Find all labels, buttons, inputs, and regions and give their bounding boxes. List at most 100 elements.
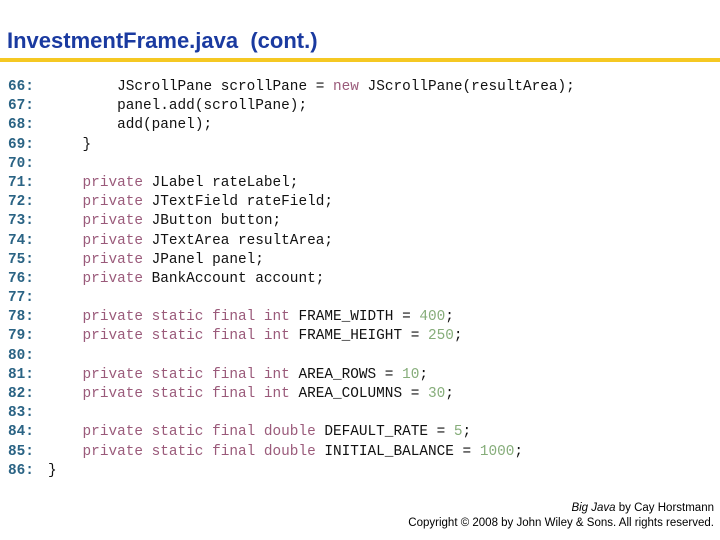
code-text: JScrollPane scrollPane = xyxy=(117,79,333,95)
book-title: Big Java xyxy=(571,502,616,514)
code-number-literal: 1000 xyxy=(479,443,515,460)
line-number: 81: xyxy=(8,366,34,383)
copyright-notice: Copyright © 2008 by John Wiley & Sons. A… xyxy=(408,517,714,529)
code-keyword: private static final double xyxy=(82,443,316,460)
line-number: 66: xyxy=(8,79,34,95)
code-line: 84: private static final double DEFAULT_… xyxy=(8,423,575,442)
footer-book-line: Big Java by Cay Horstmann xyxy=(408,501,714,516)
code-text: } xyxy=(82,136,92,153)
code-line: 83: xyxy=(8,404,575,423)
code-keyword: private xyxy=(82,194,143,211)
line-number: 77: xyxy=(8,290,34,307)
code-text: JTextArea resultArea; xyxy=(143,232,333,249)
code-line: 72: private JTextField rateField; xyxy=(8,193,575,212)
line-number: 85: xyxy=(8,443,34,460)
code-text: FRAME_WIDTH = xyxy=(289,309,420,326)
code-text: JLabel rateLabel; xyxy=(143,174,299,191)
code-line: 78: private static final int FRAME_WIDTH… xyxy=(8,308,575,327)
code-keyword: new xyxy=(333,79,359,95)
author-byline: by Cay Horstmann xyxy=(615,502,714,514)
code-keyword: private xyxy=(82,270,143,287)
code-line: 82: private static final int AREA_COLUMN… xyxy=(8,385,575,404)
line-number: 73: xyxy=(8,213,34,230)
footer-credit: Big Java by Cay Horstmann Copyright © 20… xyxy=(408,501,714,531)
code-keyword: private static final int xyxy=(82,386,290,402)
code-text: JTextField rateField; xyxy=(143,194,333,211)
code-text: FRAME_HEIGHT = xyxy=(289,328,428,345)
line-number: 84: xyxy=(8,424,34,441)
code-listing: 66: JScrollPane scrollPane = new JScroll… xyxy=(8,78,575,481)
code-text: ; xyxy=(445,309,454,326)
code-line: 66: JScrollPane scrollPane = new JScroll… xyxy=(8,78,575,97)
line-number: 70: xyxy=(8,155,34,172)
code-text: JPanel panel; xyxy=(143,251,264,268)
code-text: ; xyxy=(514,443,523,460)
code-number-literal: 10 xyxy=(402,366,420,383)
line-number: 75: xyxy=(8,251,34,268)
slide-title: InvestmentFrame.java (cont.) xyxy=(7,28,318,53)
code-text: AREA_ROWS = xyxy=(289,366,403,383)
code-text: JScrollPane(resultArea); xyxy=(358,79,575,95)
code-line: 77: xyxy=(8,289,575,308)
code-line: 79: private static final int FRAME_HEIGH… xyxy=(8,327,575,346)
line-number: 80: xyxy=(8,347,34,364)
code-keyword: private xyxy=(82,174,143,191)
code-number-literal: 30 xyxy=(428,386,446,402)
code-number-literal: 250 xyxy=(428,328,454,345)
code-line: 85: private static final double INITIAL_… xyxy=(8,443,575,462)
line-number: 78: xyxy=(8,309,34,326)
code-keyword: private static final double xyxy=(82,424,316,441)
line-number: 76: xyxy=(8,270,34,287)
code-text: ; xyxy=(419,366,428,383)
line-number: 86: xyxy=(8,462,34,479)
line-number: 69: xyxy=(8,136,34,153)
code-text: ; xyxy=(445,386,454,402)
code-keyword: private xyxy=(82,213,143,230)
code-line: 76: private BankAccount account; xyxy=(8,270,575,289)
code-text: AREA_COLUMNS = xyxy=(289,386,428,402)
code-keyword: private static final int xyxy=(82,309,290,326)
code-text: BankAccount account; xyxy=(143,270,325,287)
code-text: ; xyxy=(453,328,463,345)
line-number: 83: xyxy=(8,405,34,422)
title-underline-rule xyxy=(0,58,720,62)
code-text: ; xyxy=(462,424,472,441)
code-keyword: private xyxy=(82,251,143,268)
code-text: add(panel); xyxy=(117,117,213,134)
code-line: 68: add(panel); xyxy=(8,116,575,135)
code-text: } xyxy=(48,462,57,479)
code-line: 75: private JPanel panel; xyxy=(8,251,575,270)
code-keyword: private static final int xyxy=(82,328,290,345)
code-line: 69: } xyxy=(8,136,575,155)
code-line: 71: private JLabel rateLabel; xyxy=(8,174,575,193)
code-line: 70: xyxy=(8,155,575,174)
code-line: 74: private JTextArea resultArea; xyxy=(8,232,575,251)
line-number: 67: xyxy=(8,98,34,115)
code-line: 86:} xyxy=(8,462,575,481)
code-keyword: private static final int xyxy=(82,366,290,383)
code-text: JButton button; xyxy=(143,213,282,230)
line-number: 72: xyxy=(8,194,34,211)
code-keyword: private xyxy=(82,232,143,249)
code-line: 73: private JButton button; xyxy=(8,212,575,231)
line-number: 79: xyxy=(8,328,34,345)
code-text: panel.add(scrollPane); xyxy=(117,98,308,115)
line-number: 82: xyxy=(8,386,34,402)
code-line: 81: private static final int AREA_ROWS =… xyxy=(8,366,575,385)
code-text: INITIAL_BALANCE = xyxy=(315,443,480,460)
